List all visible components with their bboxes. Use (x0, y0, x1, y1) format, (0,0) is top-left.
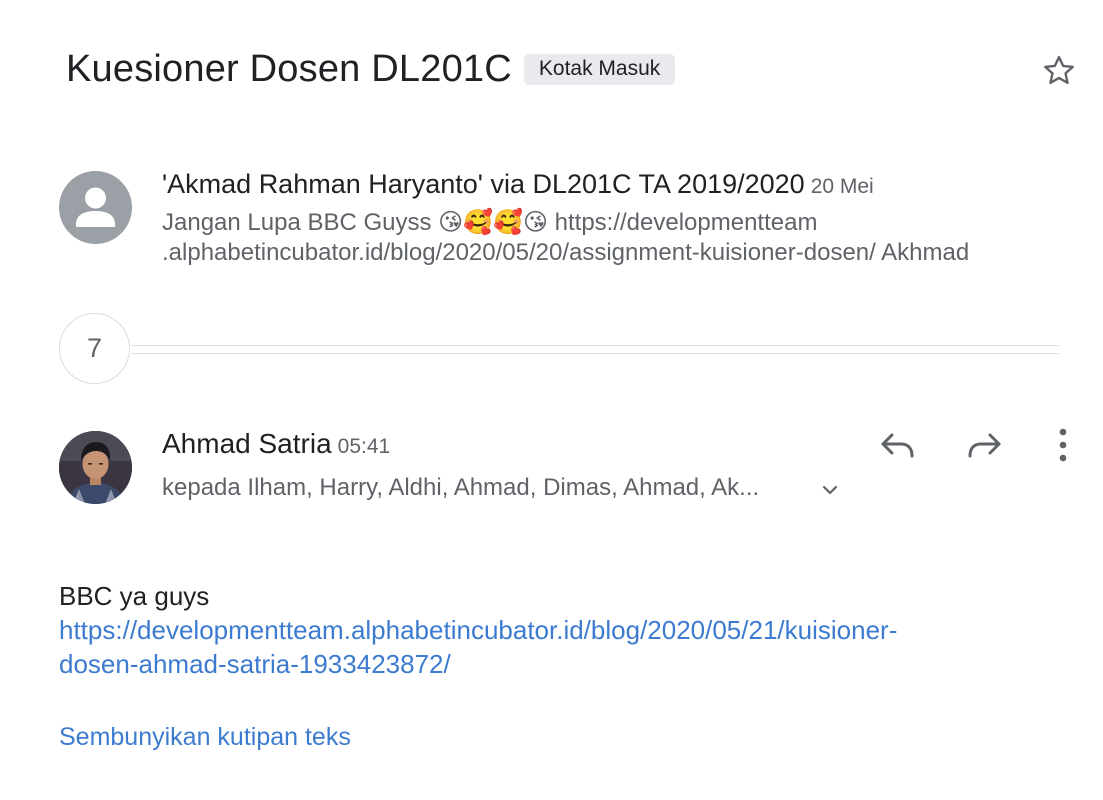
person-icon (76, 187, 115, 227)
avatar-placeholder[interactable] (59, 171, 132, 244)
reply-icon[interactable] (878, 427, 918, 463)
message1-header[interactable]: 'Akmad Rahman Haryanto' via DL201C TA 20… (162, 169, 874, 200)
sender-name: 'Akmad Rahman Haryanto' via DL201C TA 20… (162, 169, 805, 199)
message-date: 20 Mei (810, 175, 874, 198)
more-vert-icon[interactable] (1048, 427, 1078, 463)
message-body-text: BBC ya guys (59, 581, 210, 611)
recipients-summary[interactable]: kepada Ilham, Harry, Aldhi, Ahmad, Dimas… (162, 474, 759, 502)
message-snippet[interactable]: Jangan Lupa BBC Guyss 😘🥰🥰😘 https://devel… (162, 208, 1062, 268)
sender-name: Ahmad Satria (162, 428, 332, 459)
message-time: 05:41 (337, 435, 391, 458)
collapsed-messages-divider[interactable] (131, 345, 1059, 354)
avatar-photo-image (59, 431, 132, 504)
star-icon[interactable] (1040, 52, 1078, 90)
inbox-label-chip[interactable]: Kotak Masuk (523, 54, 676, 85)
forward-icon[interactable] (964, 427, 1004, 463)
message2-header[interactable]: Ahmad Satria 05:41 (162, 428, 390, 460)
hide-quoted-text-link[interactable]: Sembunyikan kutipan teks (59, 723, 351, 752)
subject-row: Kuesioner Dosen DL201C Kotak Masuk (66, 48, 676, 91)
message-body-link[interactable]: https://developmentteam.alphabetincubato… (59, 613, 1059, 681)
avatar[interactable] (59, 431, 132, 504)
collapsed-messages-count[interactable]: 7 (59, 313, 130, 384)
chevron-down-icon[interactable] (818, 478, 842, 502)
email-subject: Kuesioner Dosen DL201C (66, 48, 512, 90)
